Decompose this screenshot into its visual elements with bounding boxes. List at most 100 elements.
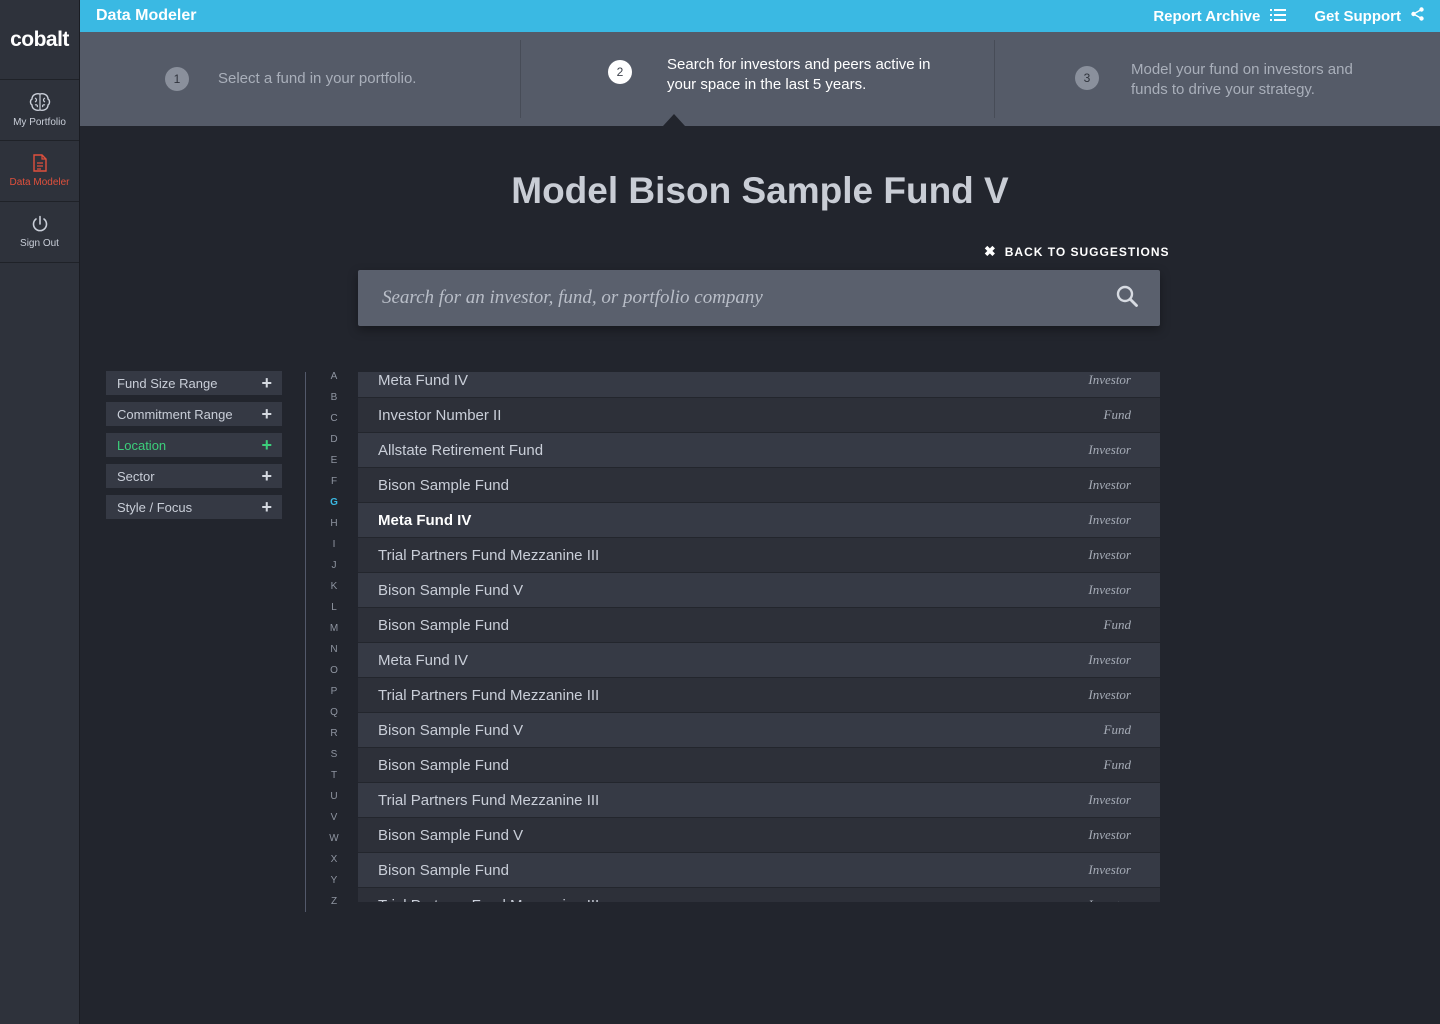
result-row[interactable]: Trial Partners Fund Mezzanine III Investo…	[358, 783, 1160, 818]
nav-item-data-modeler[interactable]: Data Modeler	[0, 141, 79, 202]
result-name: Trial Partners Fund Mezzanine III	[378, 791, 600, 809]
result-name: Investor Number II	[378, 406, 502, 424]
result-row[interactable]: Meta Fund IV Investor	[358, 503, 1160, 538]
filter-label: Location	[117, 437, 167, 453]
step-2[interactable]: 2 Search for investors and peers active …	[521, 32, 994, 126]
alphabet-letter-f[interactable]: F	[324, 476, 344, 497]
filter-label: Commitment Range	[117, 406, 233, 422]
result-row[interactable]: Trial Partners Fund Mezzanine III Investo…	[358, 888, 1160, 902]
result-row[interactable]: Trial Partners Fund Mezzanine III Investo…	[358, 678, 1160, 713]
alphabet-letter-k[interactable]: K	[324, 581, 344, 602]
step-number: 1	[165, 67, 189, 91]
result-row[interactable]: Meta Fund IV Investor	[358, 643, 1160, 678]
result-name: Trial Partners Fund Mezzanine III	[378, 897, 599, 903]
power-icon	[31, 215, 49, 233]
alphabet-letter-d[interactable]: D	[324, 434, 344, 455]
alphabet-letter-e[interactable]: E	[324, 455, 344, 476]
alphabet-letter-z[interactable]: Z	[324, 896, 344, 917]
nav-label: Data Modeler	[9, 177, 70, 188]
alphabet-letter-i[interactable]: I	[324, 539, 344, 560]
step-number: 3	[1075, 66, 1099, 90]
result-row[interactable]: Bison Sample Fund Investor	[358, 468, 1160, 503]
alphabet-letter-q[interactable]: Q	[324, 707, 344, 728]
result-name: Meta Fund IV	[378, 651, 469, 669]
result-row[interactable]: Bison Sample Fund V Fund	[358, 713, 1160, 748]
result-name: Bison Sample Fund	[378, 476, 509, 494]
alphabet-letter-u[interactable]: U	[324, 791, 344, 812]
result-row[interactable]: Meta Fund IV Investor	[358, 372, 1160, 398]
nav-item-sign-out[interactable]: Sign Out	[0, 202, 79, 263]
result-row[interactable]: Allstate Retirement Fund Investor	[358, 433, 1160, 468]
alphabet-letter-m[interactable]: M	[324, 623, 344, 644]
result-type: Investor	[1088, 477, 1131, 492]
search-icon[interactable]	[1116, 285, 1138, 312]
result-row[interactable]: Bison Sample Fund V Investor	[358, 573, 1160, 608]
filter-fund-size-range[interactable]: Fund Size Range +	[106, 371, 282, 395]
result-name: Meta Fund IV	[378, 511, 472, 529]
result-name: Bison Sample Fund V	[378, 581, 524, 599]
alphabet-letter-y[interactable]: Y	[324, 875, 344, 896]
result-name: Allstate Retirement Fund	[378, 441, 544, 459]
alphabet-letter-p[interactable]: P	[324, 686, 344, 707]
result-name: Meta Fund IV	[378, 372, 469, 389]
search-bar	[358, 270, 1160, 326]
result-type: Investor	[1088, 442, 1131, 457]
result-type: Investor	[1088, 547, 1131, 562]
result-row[interactable]: Bison Sample Fund Investor	[358, 853, 1160, 888]
alphabet-letter-t[interactable]: T	[324, 770, 344, 791]
filter-list: Fund Size Range + Commitment Range + Loc…	[106, 371, 282, 526]
back-to-suggestions-label: BACK TO SUGGESTIONS	[1004, 244, 1170, 259]
brain-icon	[29, 92, 51, 112]
alphabet-letter-g[interactable]: G	[324, 497, 344, 518]
nav-item-my-portfolio[interactable]: My Portfolio	[0, 80, 79, 141]
result-type: Investor	[1088, 687, 1131, 702]
result-row[interactable]: Trial Partners Fund Mezzanine III Investo…	[358, 538, 1160, 573]
alphabet-letter-c[interactable]: C	[324, 413, 344, 434]
get-support-link[interactable]: Get Support	[1314, 7, 1424, 25]
alphabet-letter-r[interactable]: R	[324, 728, 344, 749]
search-input[interactable]	[382, 287, 1116, 309]
alphabet-letter-b[interactable]: B	[324, 392, 344, 413]
plus-icon: +	[261, 435, 272, 455]
step-text: Select a fund in your portfolio.	[218, 70, 417, 87]
alphabet-letter-x[interactable]: X	[324, 854, 344, 875]
result-type: Investor	[1088, 862, 1131, 877]
alphabet-letter-n[interactable]: N	[324, 644, 344, 665]
back-to-suggestions-link[interactable]: ✖ BACK TO SUGGESTIONS	[984, 243, 1170, 260]
filter-label: Fund Size Range	[117, 375, 218, 391]
result-type: Investor	[1088, 652, 1131, 667]
filter-label: Sector	[117, 468, 155, 484]
plus-icon: +	[261, 497, 272, 517]
active-step-caret	[663, 114, 685, 126]
result-name: Bison Sample Fund	[378, 616, 509, 634]
alphabet-letter-j[interactable]: J	[324, 560, 344, 581]
alphabet-letter-v[interactable]: V	[324, 812, 344, 833]
alphabet-letter-s[interactable]: S	[324, 749, 344, 770]
result-name: Trial Partners Fund Mezzanine III	[378, 686, 600, 704]
alphabet-letter-h[interactable]: H	[324, 518, 344, 539]
alphabet-letter-w[interactable]: W	[324, 833, 344, 854]
filter-location[interactable]: Location +	[106, 433, 282, 457]
close-icon: ✖	[984, 243, 997, 259]
result-row[interactable]: Bison Sample Fund Fund	[358, 748, 1160, 783]
get-support-label: Get Support	[1314, 7, 1401, 25]
result-row[interactable]: Bison Sample Fund Fund	[358, 608, 1160, 643]
alphabet-letter-o[interactable]: O	[324, 665, 344, 686]
result-type: Fund	[1103, 617, 1131, 632]
sidebar: cobalt My Portfolio Data Modeler Sign Ou…	[0, 0, 80, 1024]
result-row[interactable]: Investor Number II Fund	[358, 398, 1160, 433]
step-3[interactable]: 3 Model your fund on investors and funds…	[995, 32, 1440, 126]
list-icon	[1260, 8, 1287, 25]
step-1[interactable]: 1 Select a fund in your portfolio.	[80, 32, 520, 126]
filter-sector[interactable]: Sector +	[106, 464, 282, 488]
logo: cobalt	[0, 0, 79, 80]
alphabet-letter-a[interactable]: A	[324, 371, 344, 392]
result-row[interactable]: Bison Sample Fund V Investor	[358, 818, 1160, 853]
filter-style-focus[interactable]: Style / Focus +	[106, 495, 282, 519]
step-text: Model your fund on investors and funds t…	[1131, 61, 1353, 98]
filter-commitment-range[interactable]: Commitment Range +	[106, 402, 282, 426]
alphabet-letter-l[interactable]: L	[324, 602, 344, 623]
result-type: Investor	[1088, 512, 1131, 527]
report-archive-link[interactable]: Report Archive	[1153, 8, 1287, 25]
document-icon	[32, 154, 48, 172]
